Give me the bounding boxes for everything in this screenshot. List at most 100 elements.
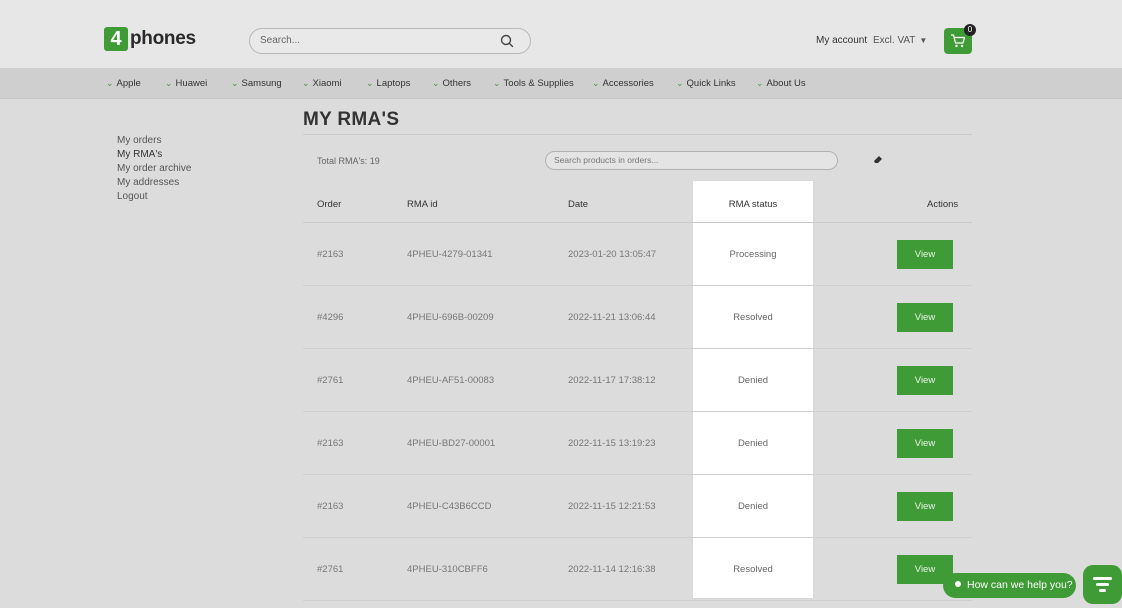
cell-rma-id: 4PHEU-C43B6CCD [407,501,492,512]
table-row: #4296 4PHEU-696B-00209 2022-11-21 13:06:… [303,286,972,349]
chevron-down-icon: ⌄ [231,78,239,88]
chevron-down-icon: ⌄ [165,78,173,88]
col-header-actions: Actions [927,199,959,210]
view-button[interactable]: View [897,492,953,521]
chevron-down-icon: ⌄ [106,78,114,88]
cell-rma-id: 4PHEU-4279-01341 [407,249,493,260]
logo-mark-text: 4 [110,28,122,50]
vat-selector[interactable]: Excl. VAT ▼ [873,35,927,46]
my-account-link[interactable]: My account [816,35,867,46]
cell-order[interactable]: #2761 [317,349,343,412]
online-dot-icon [955,581,961,588]
cell-status: Denied [737,501,769,512]
nav-item-tools-supplies[interactable]: ⌄ Tools & Supplies [493,68,574,99]
chat-launcher-button[interactable] [1083,565,1122,604]
nav-item-huawei[interactable]: ⌄ Huawei [165,68,207,99]
cell-date: 2022-11-17 17:38:12 [568,375,656,386]
table-row: #2761 4PHEU-AF51-00083 2022-11-17 17:38:… [303,349,972,412]
cell-rma-id: 4PHEU-696B-00209 [407,312,494,323]
search-placeholder: Search... [260,35,301,46]
nav-label: Huawei [175,78,208,89]
divider [303,134,972,135]
nav-label: Laptops [376,78,411,89]
chevron-down-icon: ⌄ [756,78,764,88]
cell-rma-id: 4PHEU-AF51-00083 [407,375,495,386]
view-button[interactable]: View [897,240,953,269]
cell-status: Resolved [733,564,773,575]
cell-order[interactable]: #2163 [317,475,343,538]
view-button[interactable]: View [897,366,953,395]
search-icon[interactable] [500,34,514,48]
account-sidebar: My orders My RMA's My order archive My a… [117,134,191,204]
site-header: 4 phones Search... My account Excl. VAT ▼… [0,0,1122,68]
sidebar-item-my-orders[interactable]: My orders [117,134,191,148]
sidebar-item-my-rmas[interactable]: My RMA's [117,148,191,162]
nav-label: Accessories [602,78,654,89]
nav-item-samsung[interactable]: ⌄ Samsung [231,68,282,99]
sidebar-item-logout[interactable]: Logout [117,190,191,204]
nav-label: Others [442,78,472,89]
nav-label: Quick Links [686,78,736,89]
chevron-down-icon: ⌄ [493,78,501,88]
cell-rma-id: 4PHEU-BD27-00001 [407,438,496,449]
main-nav: ⌄ Apple ⌄ Huawei ⌄ Samsung ⌄ Xiaomi ⌄ Laptops… [0,68,1122,99]
order-search-input[interactable]: Search products in orders... [545,151,838,170]
logo-text: phones [130,28,196,49]
cell-status: Denied [737,438,769,449]
cell-date: 2022-11-14 12:16:38 [568,564,656,575]
menu-lines-icon [1093,577,1112,595]
chevron-down-icon: ⌄ [432,78,440,88]
sidebar-item-addresses[interactable]: My addresses [117,176,191,190]
cell-rma-id: 4PHEU-310CBFF6 [407,564,488,575]
chevron-down-icon: ▼ [919,36,928,45]
cart-icon [951,34,966,48]
order-search-placeholder: Search products in orders... [554,155,659,165]
view-button[interactable]: View [897,429,953,458]
nav-label: Apple [116,78,141,89]
nav-item-xiaomi[interactable]: ⌄ Xiaomi [302,68,342,99]
nav-item-others[interactable]: ⌄ Others [432,68,471,99]
cell-date: 2022-11-15 13:19:23 [568,438,656,449]
chevron-down-icon: ⌄ [366,78,374,88]
chevron-down-icon: ⌄ [302,78,310,88]
search-input[interactable]: Search... [249,28,531,54]
nav-item-apple[interactable]: ⌄ Apple [106,68,141,99]
nav-label: Tools & Supplies [503,78,574,89]
sidebar-item-order-archive[interactable]: My order archive [117,162,191,176]
cart-count-badge: 0 [964,24,976,36]
nav-label: Samsung [241,78,282,89]
cell-order[interactable]: #2163 [317,223,343,286]
logo-mark: 4 [104,27,128,51]
clear-filter-icon[interactable] [872,153,884,165]
cell-order[interactable]: #2163 [317,412,343,475]
cell-date: 2022-11-21 13:06:44 [568,312,656,323]
col-header-order[interactable]: Order [317,199,341,210]
cell-order[interactable]: #4296 [317,286,343,349]
table-row: #2163 4PHEU-BD27-00001 2022-11-15 13:19:… [303,412,972,475]
cart-button[interactable]: 0 [944,24,976,54]
nav-label: About Us [766,78,806,89]
nav-label: Xiaomi [312,78,342,89]
chat-prompt[interactable]: How can we help you? [943,573,1076,598]
view-button[interactable]: View [897,303,953,332]
nav-item-laptops[interactable]: ⌄ Laptops [366,68,410,99]
cell-status: Denied [737,375,769,386]
col-header-date[interactable]: Date [568,199,588,210]
col-header-rma-id[interactable]: RMA id [407,199,438,210]
chevron-down-icon: ⌄ [592,78,600,88]
cell-status: Processing [729,249,777,260]
chat-prompt-label: How can we help you? [967,579,1073,591]
cell-order[interactable]: #2761 [317,538,343,601]
chevron-down-icon: ⌄ [676,78,684,88]
col-header-rma-status[interactable]: RMA status [693,199,813,210]
cell-date: 2022-11-15 12:21:53 [568,501,656,512]
vat-label: Excl. VAT [873,35,916,46]
total-count: Total RMA's: 19 [317,156,380,166]
nav-item-accessories[interactable]: ⌄ Accessories [592,68,654,99]
nav-item-about-us[interactable]: ⌄ About Us [756,68,806,99]
cell-status: Resolved [733,312,773,323]
table-row: #2163 4PHEU-C43B6CCD 2022-11-15 12:21:53… [303,475,972,538]
logo[interactable]: 4 phones [104,26,196,52]
nav-item-quick-links[interactable]: ⌄ Quick Links [676,68,736,99]
table-row: #2761 4PHEU-310CBFF6 2022-11-14 12:16:38… [303,538,972,601]
